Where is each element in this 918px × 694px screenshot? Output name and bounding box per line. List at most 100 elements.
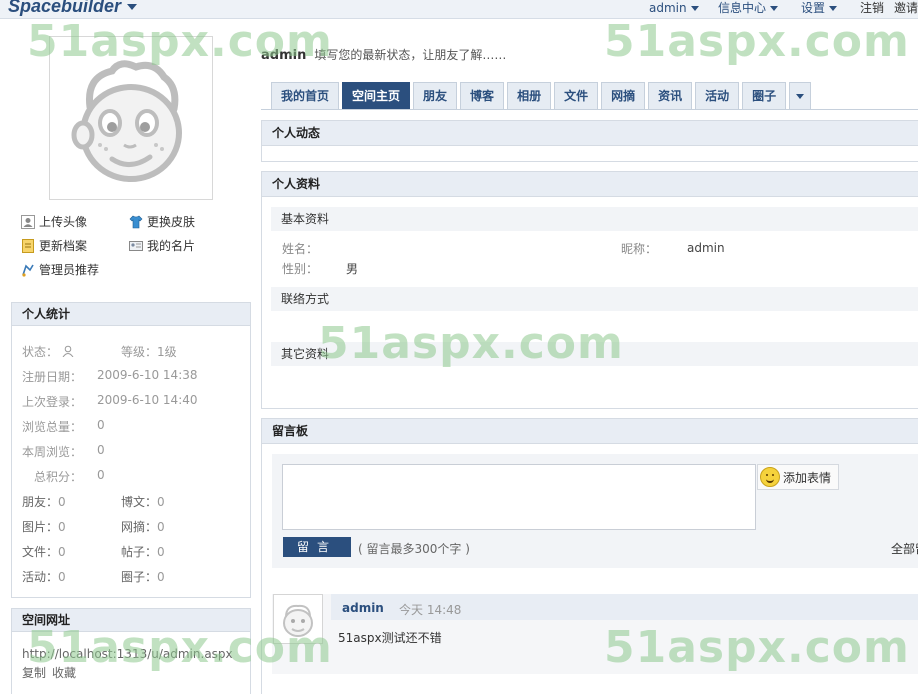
stat-status-label: 状态： [22,345,59,359]
profile-name[interactable]: admin [261,48,306,63]
stat-friends-label: 朋友： [22,495,59,509]
comment-avatar[interactable] [273,594,323,644]
stat-blogs[interactable]: 博文：0 [121,493,165,510]
other-info-header: 其它资料 [271,342,918,366]
contact-info-header: 联络方式 [271,287,918,311]
stat-views-total-label: 浏览总量： [22,420,83,434]
nav-logout[interactable]: 注销 [860,0,884,16]
tab-events[interactable]: 活动 [695,82,740,109]
tab-my-home[interactable]: 我的首页 [271,82,340,109]
nav-info-center[interactable]: 信息中心 [718,0,779,16]
stat-groups[interactable]: 圈子：0 [121,568,165,585]
profile-avatar[interactable] [49,36,213,200]
tab-files[interactable]: 文件 [554,82,599,109]
tab-friends[interactable]: 朋友 [413,82,458,109]
add-emoji-button[interactable]: 添加表情 [757,464,839,490]
tab-groups[interactable]: 圈子 [742,82,787,109]
stat-events-value: 0 [58,570,66,584]
stat-groups-label: 圈子： [121,570,158,584]
default-avatar-icon [283,604,313,637]
stat-views-week-value: 0 [97,443,105,457]
nav-admin-label: admin [649,1,687,15]
stat-events-label: 活动： [22,570,59,584]
message-textarea[interactable] [282,464,756,530]
my-card-label: 我的名片 [147,239,196,253]
stat-photos-value: 0 [58,520,66,534]
stat-level-label: 等级： [121,345,158,359]
stat-events[interactable]: 活动：0 [22,568,66,585]
stat-bookmarks[interactable]: 网摘：0 [121,518,165,535]
stats-panel-title: 个人统计 [12,303,250,326]
status-prompt[interactable]: 填写您的最新状态，让朋友了解…… [314,48,506,62]
stat-status: 状态： [22,343,74,360]
chevron-down-icon [829,6,838,11]
favorite-link[interactable]: 收藏 [52,664,76,681]
change-skin-label: 更换皮肤 [147,215,196,229]
comment-author[interactable]: admin [342,601,384,615]
nav-invite[interactable]: 邀请 [894,0,918,16]
admin-recommend-link[interactable]: 管理员推荐 [21,261,99,278]
change-skin-link[interactable]: 更换皮肤 [129,213,195,230]
stat-register-label: 注册日期： [22,370,83,384]
name-label: 姓名： [282,242,319,256]
upload-avatar-label: 上传头像 [39,215,88,229]
profile-section-title: 个人资料 [262,172,918,197]
update-profile-label: 更新档案 [39,239,88,253]
tab-divider [261,109,918,110]
stat-files-value: 0 [58,545,66,559]
message-length-hint: ( 留言最多300个字 ) [358,542,470,556]
tab-blog[interactable]: 博客 [460,82,505,109]
post-message-button[interactable]: 留言 [283,537,351,557]
stat-blogs-label: 博文： [121,495,158,509]
add-emoji-label: 添加表情 [783,470,832,485]
recommend-icon [21,263,35,277]
basic-info-header: 基本资料 [271,207,918,231]
tab-album[interactable]: 相册 [507,82,552,109]
stat-posts[interactable]: 帖子：0 [121,543,165,560]
space-url-text[interactable]: http://localhost:1313/u/admin.aspx [22,647,233,661]
copy-link[interactable]: 复制 [22,664,46,681]
logo-text: Spacebuilder [8,0,122,16]
upload-avatar-link[interactable]: 上传头像 [21,213,87,230]
nav-settings[interactable]: 设置 [801,0,838,16]
stat-last-login-value: 2009-6-10 14:40 [97,393,198,407]
stat-views-total-value: 0 [97,418,105,432]
tab-news[interactable]: 资讯 [648,82,693,109]
person-card-icon [21,214,35,229]
my-card-link[interactable]: 我的名片 [129,237,195,254]
chevron-down-icon [796,94,805,99]
update-profile-link[interactable]: 更新档案 [21,237,87,254]
tab-more[interactable] [789,82,812,109]
default-avatar-icon [71,60,182,182]
tab-space-home[interactable]: 空间主页 [342,82,411,109]
stat-photos[interactable]: 图片：0 [22,518,66,535]
stat-files-label: 文件： [22,545,59,559]
nav-admin[interactable]: admin [649,0,699,16]
space-url-title: 空间网址 [12,609,250,632]
stat-friends[interactable]: 朋友：0 [22,493,66,510]
nickname-label: 昵称： [621,242,658,256]
activity-section: 个人动态 [261,120,918,162]
stat-views-week-label: 本周浏览： [22,445,83,459]
site-logo[interactable]: Spacebuilder [8,0,138,17]
stat-blogs-value: 0 [157,495,165,509]
guestbook-title: 留言板 [262,419,918,444]
stat-points-value: 0 [97,468,105,482]
stat-groups-value: 0 [157,570,165,584]
nickname-value: admin [687,241,725,255]
chevron-down-icon [770,6,779,11]
id-card-icon [129,239,143,253]
document-icon [21,238,35,253]
admin-recommend-label: 管理员推荐 [39,263,100,277]
all-messages-link[interactable]: 全部留言 [891,540,918,557]
stat-files[interactable]: 文件：0 [22,543,66,560]
tab-bookmarks[interactable]: 网摘 [601,82,646,109]
stat-points-label: 总积分： [34,470,83,484]
chevron-down-icon [127,4,138,11]
chevron-down-icon [690,6,699,11]
comment-text: 51aspx测试还不错 [338,631,442,645]
stat-register-value: 2009-6-10 14:38 [97,368,198,382]
space-tabs: 我的首页 空间主页 朋友 博客 相册 文件 网摘 资讯 活动 圈子 [271,82,814,109]
stat-posts-value: 0 [157,545,165,559]
comment-time: 今天 14:48 [399,603,462,617]
